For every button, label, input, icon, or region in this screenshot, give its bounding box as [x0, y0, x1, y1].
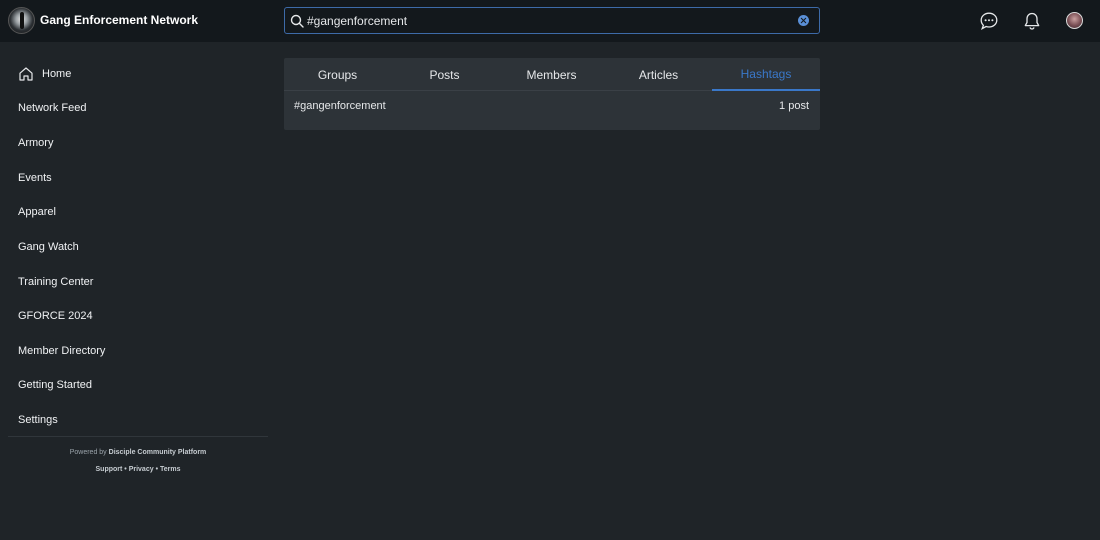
- network-logo[interactable]: [8, 7, 35, 34]
- results-tabs: Groups Posts Members Articles Hashtags: [284, 58, 820, 91]
- search-icon: [290, 14, 304, 28]
- post-count: 1 post: [779, 100, 809, 112]
- top-bar: Gang Enforcement Network: [0, 0, 1100, 42]
- tab-hashtags[interactable]: Hashtags: [712, 58, 820, 91]
- search-results-panel: Groups Posts Members Articles Hashtags #…: [284, 58, 820, 130]
- tab-groups[interactable]: Groups: [284, 58, 391, 91]
- sidebar-item-armory[interactable]: Armory: [18, 133, 53, 153]
- support-link[interactable]: Support: [96, 466, 123, 473]
- sidebar-item-label: Getting Started: [18, 379, 92, 391]
- sidebar-item-gforce-2024[interactable]: GFORCE 2024: [18, 306, 93, 326]
- hashtag-result-row[interactable]: #gangenforcement 1 post: [284, 92, 820, 120]
- footer-links: Support • Privacy • Terms: [8, 466, 268, 473]
- sidebar-item-label: GFORCE 2024: [18, 310, 93, 322]
- sidebar-item-settings[interactable]: Settings: [18, 410, 58, 430]
- powered-prefix: Powered by: [69, 449, 107, 456]
- hashtag-name: #gangenforcement: [294, 100, 386, 112]
- sidebar-item-label: Network Feed: [18, 102, 87, 114]
- tab-posts[interactable]: Posts: [391, 58, 498, 91]
- tab-members[interactable]: Members: [498, 58, 605, 91]
- sidebar-item-apparel[interactable]: Apparel: [18, 202, 56, 222]
- sidebar-item-network-feed[interactable]: Network Feed: [18, 98, 86, 118]
- bell-icon[interactable]: [1022, 11, 1042, 31]
- sidebar-item-label: Training Center: [18, 276, 94, 288]
- footer-separator: •: [124, 466, 127, 473]
- search-input[interactable]: [307, 12, 787, 30]
- sidebar-item-training-center[interactable]: Training Center: [18, 272, 93, 292]
- home-icon: [19, 67, 33, 81]
- footer-separator: •: [155, 466, 159, 473]
- search-box[interactable]: [284, 7, 820, 34]
- user-avatar[interactable]: [1066, 12, 1083, 29]
- tab-articles[interactable]: Articles: [605, 58, 712, 91]
- chat-icon[interactable]: [979, 11, 999, 31]
- sidebar-item-label: Events: [18, 172, 52, 184]
- sidebar-item-label: Member Directory: [18, 345, 106, 357]
- clear-search-icon[interactable]: [798, 15, 809, 26]
- sidebar-item-home[interactable]: Home: [18, 64, 71, 84]
- sidebar-item-label: Armory: [18, 137, 54, 149]
- sidebar-item-label: Apparel: [18, 206, 56, 218]
- brand-name[interactable]: Gang Enforcement Network: [40, 13, 198, 27]
- sidebar-item-label: Settings: [18, 414, 58, 426]
- terms-link[interactable]: Terms: [160, 466, 181, 473]
- sidebar-item-label: Home: [42, 68, 72, 80]
- sidebar-item-events[interactable]: Events: [18, 168, 52, 188]
- sidebar-divider: [8, 436, 268, 437]
- sidebar-item-getting-started[interactable]: Getting Started: [18, 375, 92, 395]
- sidebar-item-gang-watch[interactable]: Gang Watch: [18, 237, 79, 257]
- privacy-link[interactable]: Privacy: [129, 466, 154, 473]
- platform-link[interactable]: Disciple Community Platform: [109, 449, 207, 456]
- sidebar-item-label: Gang Watch: [18, 241, 79, 253]
- powered-by-text: Powered by Disciple Community Platform: [8, 449, 268, 456]
- sidebar-item-member-directory[interactable]: Member Directory: [18, 341, 105, 361]
